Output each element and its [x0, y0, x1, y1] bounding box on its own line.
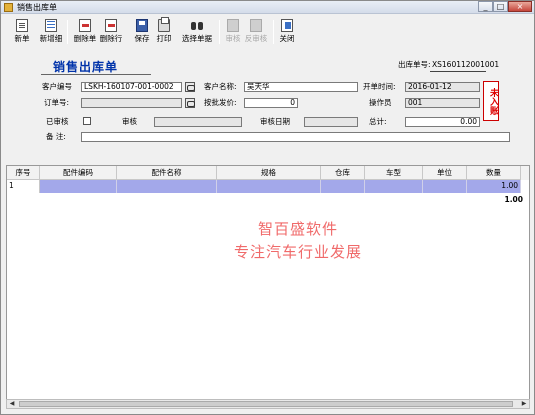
- col-part-name[interactable]: 配件名称: [117, 166, 217, 180]
- form-title: 销售出库单: [53, 60, 119, 74]
- order-lookup-button[interactable]: [185, 98, 195, 108]
- detail-grid: 序号 配件编码 配件名称 规格 仓库 车型 单位 数量 1 1.00 1.00 …: [6, 165, 530, 400]
- delete-doc-label: 删除单: [73, 34, 97, 43]
- binoculars-icon: [191, 19, 203, 32]
- col-index[interactable]: 序号: [7, 166, 40, 180]
- toolbar-separator: [67, 20, 68, 44]
- unaudit-button[interactable]: 反审核: [244, 19, 268, 47]
- toolbar: 新单 新增细 删除单 删除行 保存 打印 选择单据 审核 反审核 关闭: [3, 16, 533, 48]
- col-warehouse[interactable]: 仓库: [321, 166, 365, 180]
- operator-label: 操作员: [369, 98, 392, 107]
- customer-code-field[interactable]: LSKH-160107-001-0002: [81, 82, 182, 92]
- col-model[interactable]: 车型: [365, 166, 423, 180]
- wholesale-price-field[interactable]: 0: [244, 98, 298, 108]
- printer-icon: [158, 17, 170, 32]
- toolbar-separator: [219, 20, 220, 44]
- grid-header: 序号 配件编码 配件名称 规格 仓库 车型 单位 数量: [7, 166, 529, 180]
- customer-code-label: 客户编号: [42, 82, 72, 91]
- warehouse-cell[interactable]: [321, 180, 365, 193]
- new-doc-label: 新单: [14, 34, 30, 43]
- customer-lookup-button[interactable]: [185, 82, 195, 92]
- new-doc-button[interactable]: 新单: [13, 19, 31, 47]
- part-code-cell[interactable]: [40, 180, 117, 193]
- close-window-button[interactable]: ×: [508, 1, 532, 12]
- row-index-cell[interactable]: 1: [7, 180, 40, 193]
- total-label: 总计:: [369, 117, 387, 126]
- order-no-label: 订单号:: [44, 98, 70, 107]
- print-label: 打印: [156, 34, 172, 43]
- wholesale-price-label: 按批发价:: [204, 98, 237, 107]
- maximize-button[interactable]: □: [493, 1, 508, 12]
- col-part-code[interactable]: 配件编码: [40, 166, 117, 180]
- close-icon: [281, 19, 293, 32]
- doc-number-underline: [430, 71, 486, 72]
- app-icon: [4, 3, 13, 12]
- header-form: 销售出库单 出库单号: XS160112001001 客户编号 LSKH-160…: [6, 50, 530, 161]
- toolbar-separator: [273, 20, 274, 44]
- delete-row-icon: [105, 19, 117, 32]
- remark-field[interactable]: [81, 132, 510, 142]
- sales-outbound-window: 销售出库单 _ □ × 新单 新增细 删除单 删除行 保存 打印 选择单据 审核…: [0, 0, 535, 415]
- horizontal-scrollbar[interactable]: ◀ ▶: [6, 399, 530, 409]
- select-doc-button[interactable]: 选择单据: [179, 19, 215, 47]
- close-doc-button[interactable]: 关闭: [278, 19, 296, 47]
- delete-doc-icon: [79, 19, 91, 32]
- watermark-line-2: 专注汽车行业发展: [233, 243, 362, 261]
- add-detail-label: 新增细: [39, 34, 63, 43]
- unaudit-label: 反审核: [244, 34, 268, 43]
- close-doc-label: 关闭: [279, 34, 295, 43]
- customer-name-label: 客户名称:: [204, 82, 237, 91]
- remark-label: 备 注:: [46, 132, 66, 141]
- audit-date-field[interactable]: [304, 117, 358, 127]
- col-spec[interactable]: 规格: [217, 166, 321, 180]
- audit-date-label: 审核日期: [260, 117, 290, 126]
- save-button[interactable]: 保存: [133, 19, 151, 47]
- quantity-total: 1.00: [504, 195, 523, 204]
- part-name-cell[interactable]: [117, 180, 217, 193]
- delete-doc-button[interactable]: 删除单: [73, 19, 97, 47]
- scroll-left-arrow-icon[interactable]: ◀: [7, 400, 17, 408]
- delete-row-button[interactable]: 删除行: [99, 19, 123, 47]
- add-detail-icon: [45, 19, 57, 32]
- audit-button[interactable]: 审核: [224, 19, 242, 47]
- open-time-field[interactable]: 2016-01-12: [405, 82, 480, 92]
- window-title: 销售出库单: [17, 3, 57, 12]
- table-row[interactable]: 1 1.00: [7, 180, 529, 193]
- operator-field[interactable]: 001: [405, 98, 480, 108]
- select-doc-label: 选择单据: [182, 34, 212, 43]
- spec-cell[interactable]: [217, 180, 321, 193]
- title-bar: 销售出库单 _ □ ×: [1, 1, 534, 14]
- new-doc-icon: [16, 19, 28, 32]
- scroll-right-arrow-icon[interactable]: ▶: [519, 400, 529, 408]
- doc-number-label: 出库单号:: [398, 60, 431, 69]
- order-no-field[interactable]: [81, 98, 182, 108]
- watermark-line-1: 智百盛软件: [257, 220, 338, 238]
- minimize-button[interactable]: _: [478, 1, 493, 12]
- save-label: 保存: [134, 34, 150, 43]
- model-cell[interactable]: [365, 180, 423, 193]
- col-unit[interactable]: 单位: [423, 166, 467, 180]
- open-time-label: 开单时间:: [363, 82, 396, 91]
- total-field[interactable]: 0.00: [405, 117, 480, 127]
- audit-icon: [227, 19, 239, 32]
- unaudit-icon: [250, 19, 262, 32]
- doc-number-value: XS160112001001: [432, 60, 500, 69]
- delete-row-label: 删除行: [99, 34, 123, 43]
- save-icon: [136, 19, 148, 32]
- auditor-label: 审核: [122, 117, 137, 126]
- title-underline: [41, 74, 151, 75]
- quantity-cell[interactable]: 1.00: [467, 180, 521, 193]
- col-quantity[interactable]: 数量: [467, 166, 521, 180]
- audit-label: 审核: [225, 34, 241, 43]
- add-detail-button[interactable]: 新增细: [39, 19, 63, 47]
- scrollbar-thumb[interactable]: [19, 401, 513, 407]
- audited-checkbox[interactable]: [83, 117, 91, 125]
- unposted-stamp: 未入账: [483, 81, 499, 121]
- audited-label: 已审核: [46, 117, 69, 126]
- auditor-field[interactable]: [154, 117, 242, 127]
- unit-cell[interactable]: [423, 180, 467, 193]
- print-button[interactable]: 打印: [155, 17, 173, 47]
- customer-name-field[interactable]: 吴天华: [244, 82, 358, 92]
